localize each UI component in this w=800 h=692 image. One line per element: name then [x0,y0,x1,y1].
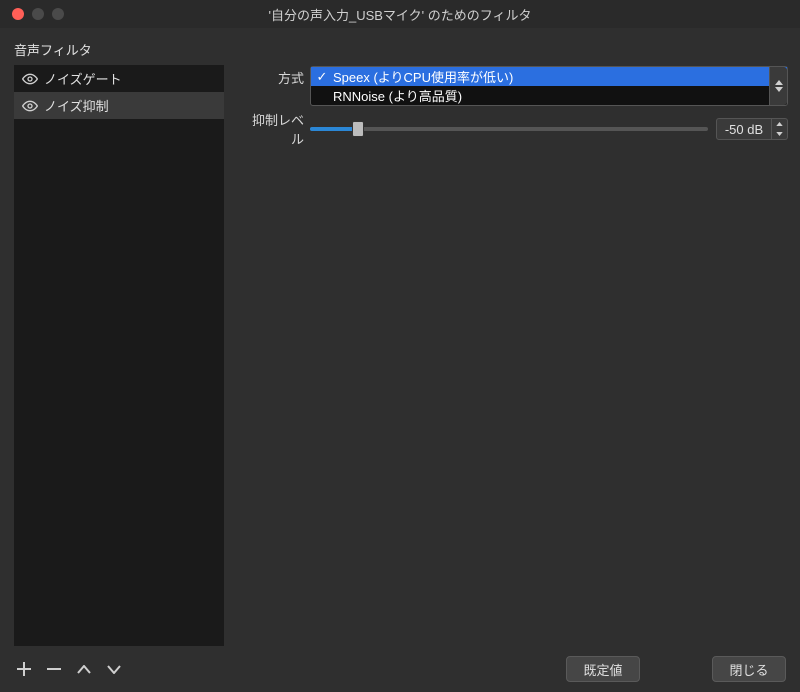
titlebar: '自分の声入力_USBマイク' のためのフィルタ [0,0,800,28]
move-up-icon[interactable] [74,659,94,679]
dropdown-option-label: RNNoise (より高品質) [333,86,462,105]
add-filter-icon[interactable] [14,659,34,679]
sidebar-title: 音声フィルタ [14,40,224,59]
remove-filter-icon[interactable] [44,659,64,679]
filter-item-noise-gate[interactable]: ノイズゲート [14,65,224,92]
footer: 既定値 閉じる [0,646,800,692]
filter-item-noise-suppress[interactable]: ノイズ抑制 [14,92,224,119]
main-panel: 方式 ✓ Speex (よりCPU使用率が低い) RNNoise (より高品質) [224,28,800,646]
suppress-slider[interactable] [310,127,708,131]
stepper-down-icon[interactable] [772,129,787,139]
defaults-button[interactable]: 既定値 [566,656,640,682]
filter-item-label: ノイズ抑制 [44,96,109,115]
dropdown-option-label: Speex (よりCPU使用率が低い) [333,67,513,86]
dropdown-arrows-icon[interactable] [769,67,787,105]
filter-item-label: ノイズゲート [44,69,122,88]
method-label: 方式 [240,68,310,87]
slider-fill [310,127,358,131]
visibility-icon[interactable] [22,98,38,114]
window-title: '自分の声入力_USBマイク' のためのフィルタ [0,5,800,24]
check-icon: ✓ [315,69,329,85]
method-dropdown[interactable]: ✓ Speex (よりCPU使用率が低い) RNNoise (より高品質) [310,66,788,88]
suppress-stepper[interactable] [772,118,788,140]
dropdown-option-speex[interactable]: ✓ Speex (よりCPU使用率が低い) [311,67,787,86]
slider-thumb[interactable] [352,121,364,137]
suppress-label: 抑制レベル [240,110,310,148]
filter-list: ノイズゲート ノイズ抑制 [14,65,224,646]
close-button[interactable]: 閉じる [712,656,786,682]
suppress-value[interactable]: -50 dB [716,118,772,140]
stepper-up-icon[interactable] [772,119,787,129]
dropdown-option-rnnoise[interactable]: RNNoise (より高品質) [311,86,787,105]
visibility-icon[interactable] [22,71,38,87]
sidebar: 音声フィルタ ノイズゲート ノイズ抑制 [0,28,224,646]
move-down-icon[interactable] [104,659,124,679]
